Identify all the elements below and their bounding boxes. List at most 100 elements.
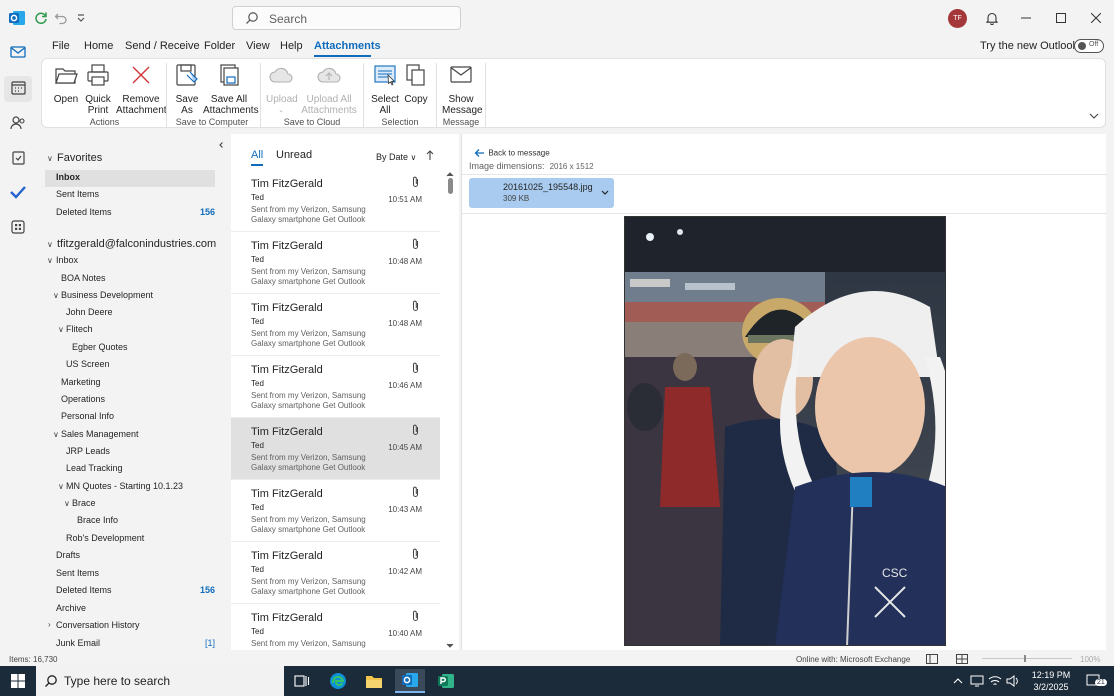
- tab-send-receive[interactable]: Send / Receive: [125, 40, 200, 52]
- normal-view-icon[interactable]: [926, 654, 938, 666]
- message-row[interactable]: Tim FitzGerald Ted Sent from my Verizon, S…: [231, 356, 440, 418]
- chevron-down-icon[interactable]: ∨: [47, 256, 53, 265]
- folder-brace[interactable]: Brace: [72, 498, 96, 508]
- chevron-right-icon[interactable]: ›: [48, 620, 51, 629]
- copy-button[interactable]: Copy: [403, 63, 429, 105]
- file-explorer-icon[interactable]: [359, 669, 389, 693]
- edge-browser-icon[interactable]: [323, 669, 353, 693]
- folder-inbox[interactable]: Inbox: [56, 255, 78, 265]
- chevron-down-icon[interactable]: ∨: [53, 291, 59, 300]
- message-row[interactable]: Tim FitzGerald Ted Sent from my Verizon, S…: [231, 542, 440, 604]
- chevron-down-icon[interactable]: ∨: [58, 325, 64, 334]
- folder-john-deere[interactable]: John Deere: [66, 307, 113, 317]
- folder-favorites-inbox[interactable]: Inbox: [56, 172, 80, 182]
- message-list-scrollbar[interactable]: [444, 170, 456, 650]
- tab-view[interactable]: View: [246, 40, 270, 52]
- select-all-button[interactable]: Select All: [371, 63, 399, 117]
- tasks-icon[interactable]: [7, 146, 29, 168]
- chevron-down-icon[interactable]: ∨: [64, 499, 70, 508]
- folder-sales-management[interactable]: Sales Management: [61, 429, 139, 439]
- folder-us-screen[interactable]: US Screen: [66, 359, 110, 369]
- folder-favorites-deleted-items[interactable]: Deleted Items: [56, 207, 112, 217]
- sort-by-date-dropdown[interactable]: By Date ∨: [376, 152, 416, 162]
- folder-marketing[interactable]: Marketing: [61, 377, 101, 387]
- notification-center-icon[interactable]: 21: [1080, 669, 1108, 693]
- message-row[interactable]: Tim FitzGerald Ted Sent from my Verizon, S…: [231, 418, 440, 480]
- show-hidden-icons-chevron-icon[interactable]: [950, 669, 966, 693]
- tab-folder[interactable]: Folder: [204, 40, 235, 52]
- customize-toolbar-icon[interactable]: [72, 9, 90, 27]
- more-apps-icon[interactable]: [7, 216, 29, 238]
- folder-brace-info[interactable]: Brace Info: [77, 515, 118, 525]
- undo-icon[interactable]: [52, 9, 70, 27]
- notifications-bell-icon[interactable]: [982, 8, 1002, 28]
- folder-flitech[interactable]: Flitech: [66, 324, 93, 334]
- folder-lead-tracking[interactable]: Lead Tracking: [66, 463, 123, 473]
- folder-egber-quotes[interactable]: Egber Quotes: [72, 342, 128, 352]
- message-row[interactable]: Tim FitzGerald Ted Sent from my Verizon, S…: [231, 604, 440, 650]
- outlook-taskbar-icon[interactable]: [395, 669, 425, 693]
- favorites-header[interactable]: Favorites: [57, 152, 102, 164]
- save-as-button[interactable]: Save As: [175, 63, 199, 117]
- taskbar-search-input[interactable]: Type here to search: [36, 666, 284, 696]
- folder-robs-development[interactable]: Rob's Development: [66, 533, 144, 543]
- minimize-button[interactable]: [1016, 8, 1036, 28]
- folder-business-development[interactable]: Business Development: [61, 290, 153, 300]
- calendar-icon[interactable]: [7, 76, 29, 98]
- chevron-down-icon[interactable]: ∨: [58, 482, 64, 491]
- display-icon[interactable]: [968, 669, 986, 693]
- maximize-button[interactable]: [1051, 8, 1071, 28]
- volume-icon[interactable]: [1004, 669, 1022, 693]
- filter-all-tab[interactable]: All: [251, 149, 263, 161]
- filter-unread-tab[interactable]: Unread: [276, 149, 312, 161]
- attachment-chip[interactable]: 20161025_195548.jpg 309 KB: [469, 178, 614, 208]
- avatar[interactable]: TF: [948, 9, 967, 28]
- clock[interactable]: 12:19 PM 3/2/2025: [1028, 669, 1074, 693]
- folder-archive[interactable]: Archive: [56, 603, 86, 613]
- folder-conversation-history[interactable]: Conversation History: [56, 620, 140, 630]
- tab-file[interactable]: File: [52, 40, 70, 52]
- folder-mn-quotes[interactable]: MN Quotes - Starting 10.1.23: [66, 481, 183, 491]
- remove-attachment-button[interactable]: Remove Attachment: [116, 63, 167, 117]
- quick-print-button[interactable]: Quick Print: [84, 63, 112, 117]
- save-all-attachments-button[interactable]: Save All Attachments: [203, 63, 259, 117]
- message-row[interactable]: Tim FitzGerald Ted Sent from my Verizon, S…: [231, 480, 440, 542]
- project-app-icon[interactable]: [431, 669, 461, 693]
- message-row[interactable]: Tim FitzGerald Ted Sent from my Verizon, S…: [231, 232, 440, 294]
- folder-personal-info[interactable]: Personal Info: [61, 411, 114, 421]
- message-row[interactable]: Tim FitzGerald Ted Sent from my Verizon, S…: [231, 170, 440, 232]
- tab-help[interactable]: Help: [280, 40, 303, 52]
- folder-favorites-sent-items[interactable]: Sent Items: [56, 189, 99, 199]
- sync-icon[interactable]: [32, 9, 50, 27]
- tab-attachments[interactable]: Attachments: [314, 40, 381, 52]
- folder-sent-items[interactable]: Sent Items: [56, 568, 99, 578]
- tab-home[interactable]: Home: [84, 40, 113, 52]
- open-button[interactable]: Open: [53, 63, 79, 105]
- people-icon[interactable]: [7, 111, 29, 133]
- todo-check-icon[interactable]: [7, 181, 29, 203]
- mail-icon[interactable]: [7, 41, 29, 63]
- zoom-slider-thumb[interactable]: [1024, 655, 1026, 662]
- folder-boa-notes[interactable]: BOA Notes: [61, 273, 106, 283]
- account-header[interactable]: tfitzgerald@falconindustries.com: [57, 238, 216, 250]
- windows-start-icon[interactable]: [3, 669, 33, 693]
- folder-junk-email[interactable]: Junk Email: [56, 638, 100, 648]
- upload-button[interactable]: Upload ⌄: [266, 63, 298, 117]
- chevron-down-icon[interactable]: ∨: [47, 240, 53, 249]
- network-icon[interactable]: [986, 669, 1004, 693]
- chevron-down-icon[interactable]: ∨: [47, 154, 53, 163]
- collapse-ribbon-chevron-icon[interactable]: [1089, 109, 1099, 123]
- task-view-icon[interactable]: [287, 669, 317, 693]
- folder-drafts[interactable]: Drafts: [56, 550, 80, 560]
- folder-jrp-leads[interactable]: JRP Leads: [66, 446, 110, 456]
- close-button[interactable]: [1086, 8, 1106, 28]
- attachment-menu-chevron-icon[interactable]: [601, 190, 609, 196]
- message-row[interactable]: Tim FitzGerald Ted Sent from my Verizon, S…: [231, 294, 440, 356]
- chevron-down-icon[interactable]: ∨: [53, 430, 59, 439]
- show-message-button[interactable]: Show Message: [442, 63, 483, 117]
- folder-deleted-items[interactable]: Deleted Items: [56, 585, 112, 595]
- folder-operations[interactable]: Operations: [61, 394, 105, 404]
- collapse-pane-chevron-icon[interactable]: [217, 138, 225, 152]
- search-input[interactable]: Search: [232, 6, 461, 30]
- zoom-slider[interactable]: [982, 655, 1072, 662]
